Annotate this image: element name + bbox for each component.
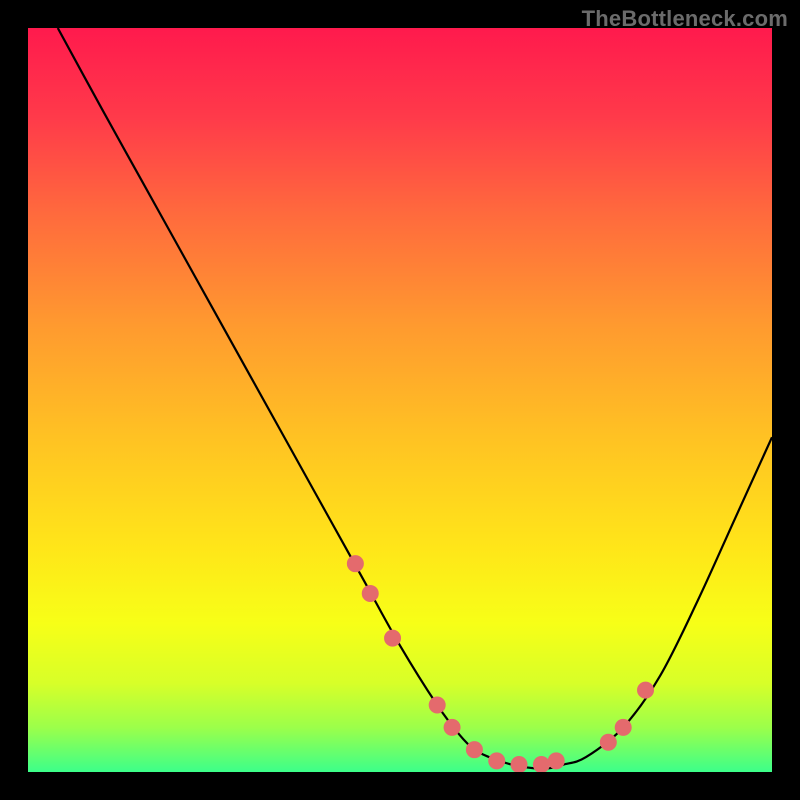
curve-marker [444,719,460,735]
curve-marker [429,697,445,713]
curve-marker [489,753,505,769]
curve-marker [533,757,549,772]
curve-markers [347,556,653,772]
curve-marker [362,585,378,601]
curve-marker [638,682,654,698]
bottleneck-curve [58,28,772,769]
curve-marker [548,753,564,769]
curve-marker [466,742,482,758]
curve-marker [385,630,401,646]
curve-marker [600,734,616,750]
curve-marker [347,556,363,572]
curve-marker [511,757,527,772]
chart-svg [28,28,772,772]
curve-marker [615,719,631,735]
